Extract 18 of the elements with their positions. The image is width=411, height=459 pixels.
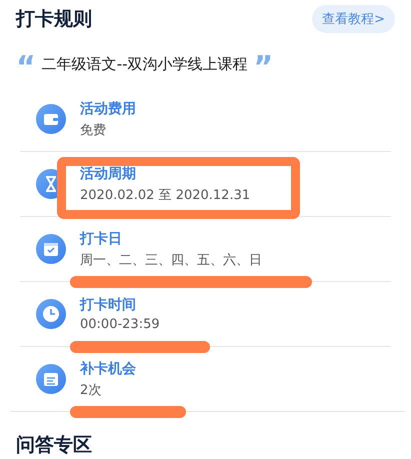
rule-label: 补卡机会 [80,360,136,378]
rule-label: 打卡日 [80,230,123,248]
quote-mark: “ [16,53,36,75]
rule-label: 打卡时间 [80,296,137,314]
tutorial-button[interactable]: 查看教程> [312,5,395,33]
rule-value: 周一、二、三、四、五、六、日 [80,252,262,268]
course-name: 二年级语文--双沟小学线上课程 [42,54,248,74]
rule-label: 活动费用 [80,100,136,118]
section-title: 问答专区 [16,434,92,456]
rule-value: 2020.02.02 至 2020.12.31 [80,186,250,204]
rule-value: 免费 [80,122,107,138]
rule-label: 活动周期 [80,164,137,182]
rule-value: 2次 [80,382,102,398]
section-title: 打卡规则 [16,7,92,32]
clock-icon [36,299,66,329]
quote-mark: ” [254,53,274,75]
rule-value: 00:00-23:59 [80,317,160,332]
wallet-icon [36,104,66,134]
